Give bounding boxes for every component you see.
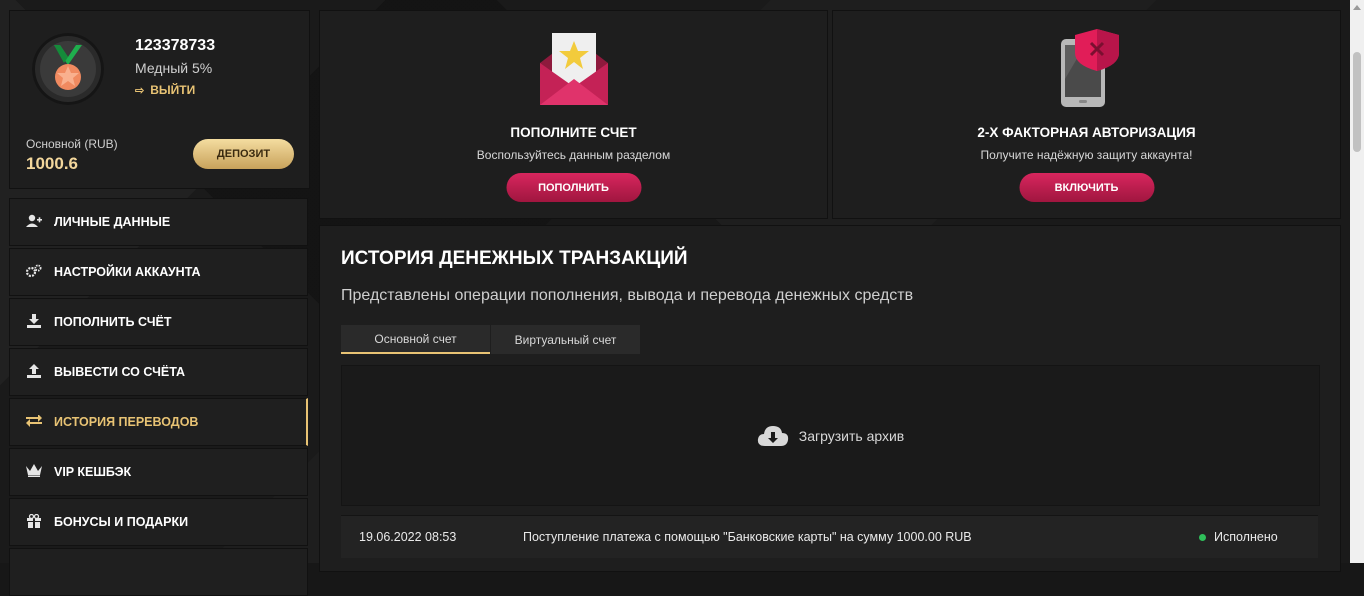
user-add-icon [24, 214, 44, 231]
cloud-download-icon [757, 425, 788, 446]
transaction-description: Поступление платежа с помощью "Банковски… [523, 530, 972, 544]
page-subtitle: Представлены операции пополнения, вывода… [341, 287, 914, 304]
upload-icon [24, 363, 44, 381]
promo-subtitle: Получите надёжную защиту аккаунта! [980, 148, 1193, 162]
user-level: Медный 5% [135, 60, 213, 76]
menu-item-more[interactable] [9, 548, 308, 596]
deposit-button[interactable]: ДЕПОЗИТ [193, 139, 294, 169]
envelope-star-icon [539, 33, 608, 105]
download-icon [24, 313, 44, 331]
promo-subtitle: Воспользуйтесь данным разделом [476, 148, 671, 162]
gears-icon [24, 264, 44, 281]
gift-icon [24, 513, 44, 531]
user-id: 123378733 [135, 37, 216, 54]
menu-item-label: НАСТРОЙКИ АККАУНТА [54, 265, 201, 279]
menu-item-label: ВЫВЕСТИ СО СЧЁТА [54, 365, 186, 379]
download-archive-button[interactable]: Загрузить архив [341, 365, 1320, 506]
menu-item-label: ЛИЧНЫЕ ДАННЫЕ [54, 215, 171, 229]
menu-item-vip-cashback[interactable]: VIP КЕШБЭК [9, 448, 308, 496]
promo-deposit-card: ПОПОЛНИТЕ СЧЕТ Воспользуйтесь данным раз… [319, 10, 828, 219]
menu-item-deposit[interactable]: ПОПОЛНИТЬ СЧЁТ [9, 298, 308, 346]
transfer-arrows-icon [24, 414, 44, 430]
profile-panel: 123378733 Медный 5% ⇨ ВЫЙТИ Основной (RU… [9, 10, 310, 189]
tab-virtual-account[interactable]: Виртуальный счет [491, 325, 640, 354]
transaction-date: 19.06.2022 08:53 [359, 530, 457, 544]
deposit-now-button[interactable]: ПОПОЛНИТЬ [506, 173, 641, 202]
crown-icon [24, 464, 44, 480]
logout-link[interactable]: ⇨ ВЫЙТИ [135, 83, 195, 97]
transactions-panel: ИСТОРИЯ ДЕНЕЖНЫХ ТРАНЗАКЦИЙ Представлены… [319, 225, 1341, 572]
page-scrollbar[interactable] [1350, 0, 1364, 563]
promo-2fa-card: 2-Х ФАКТОРНАЯ АВТОРИЗАЦИЯ Получите надёж… [832, 10, 1341, 219]
status-badge: Исполнено [1199, 530, 1278, 544]
table-row: 19.06.2022 08:53 Поступление платежа с п… [341, 515, 1318, 558]
menu-item-withdraw[interactable]: ВЫВЕСТИ СО СЧЁТА [9, 348, 308, 396]
scrollbar-thumb[interactable] [1353, 52, 1361, 152]
balance-label: Основной (RUB) [26, 137, 118, 151]
promo-title: ПОПОЛНИТЕ СЧЕТ [510, 125, 637, 140]
menu-item-label: БОНУСЫ И ПОДАРКИ [54, 515, 189, 529]
download-archive-label: Загрузить архив [798, 427, 905, 444]
phone-shield-icon [1060, 29, 1119, 107]
menu-item-label: ИСТОРИЯ ПЕРЕВОДОВ [54, 415, 199, 429]
menu-item-label: ПОПОЛНИТЬ СЧЁТ [54, 315, 172, 329]
logout-label: ВЫЙТИ [150, 83, 196, 97]
menu-item-personal-data[interactable]: ЛИЧНЫЕ ДАННЫЕ [9, 198, 308, 246]
menu-item-transfer-history[interactable]: ИСТОРИЯ ПЕРЕВОДОВ [9, 398, 308, 446]
menu-item-label: VIP КЕШБЭК [54, 465, 132, 479]
tab-main-account[interactable]: Основной счет [341, 325, 490, 354]
enable-2fa-button[interactable]: ВКЛЮЧИТЬ [1019, 173, 1154, 202]
scroll-up-icon[interactable] [1353, 5, 1361, 10]
medal-icon [54, 45, 82, 90]
menu-item-account-settings[interactable]: НАСТРОЙКИ АККАУНТА [9, 248, 308, 296]
avatar [32, 33, 104, 105]
transaction-status: Исполнено [1214, 530, 1278, 544]
balance-value: 1000.6 [26, 154, 78, 173]
page-title: ИСТОРИЯ ДЕНЕЖНЫХ ТРАНЗАКЦИЙ [341, 248, 688, 269]
logout-icon: ⇨ [135, 84, 145, 97]
menu-item-bonuses[interactable]: БОНУСЫ И ПОДАРКИ [9, 498, 308, 546]
promo-title: 2-Х ФАКТОРНАЯ АВТОРИЗАЦИЯ [977, 125, 1196, 140]
status-dot-icon [1199, 533, 1206, 541]
